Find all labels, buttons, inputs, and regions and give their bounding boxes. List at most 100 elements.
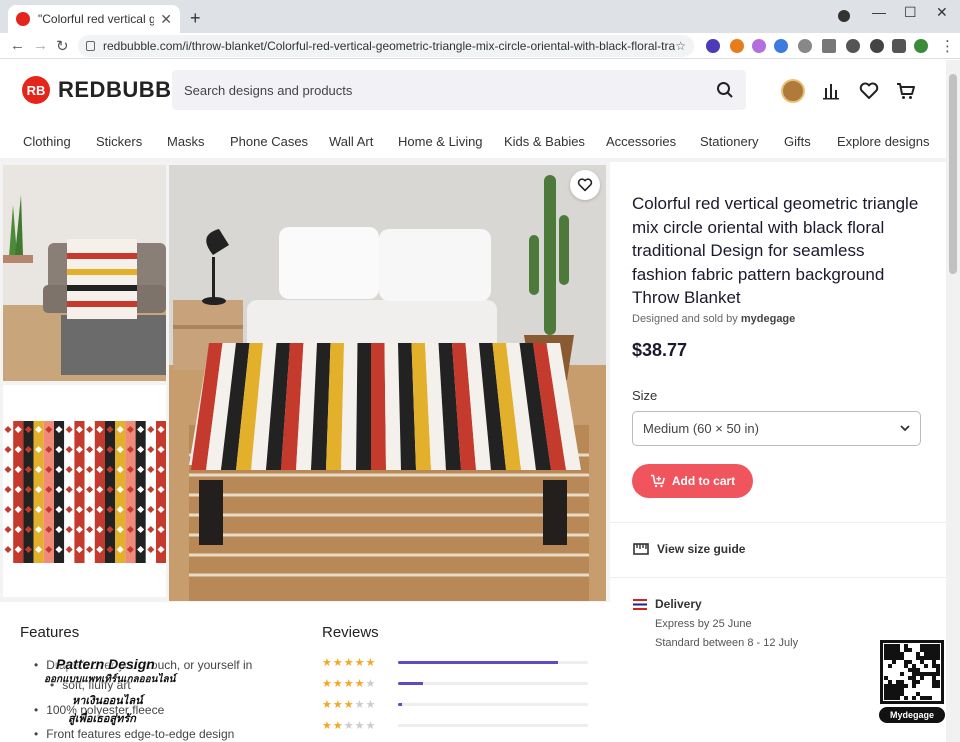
extension-icon[interactable] <box>846 39 860 53</box>
extension-icon[interactable] <box>752 39 766 53</box>
redbubble-favicon-icon <box>16 12 30 26</box>
review-row: ★★★★★ <box>322 719 588 732</box>
bookmark-star-icon[interactable]: ☆ <box>675 39 686 53</box>
page-scrollbar[interactable] <box>946 60 960 742</box>
add-to-cart-button[interactable]: Add to cart <box>632 464 753 498</box>
review-bar <box>398 724 588 727</box>
divider <box>610 577 946 578</box>
size-guide-label: View size guide <box>657 542 746 556</box>
search-icon[interactable] <box>716 81 734 99</box>
dashboard-icon[interactable] <box>819 80 843 102</box>
browser-menu-button[interactable]: ⋮ <box>940 37 955 55</box>
browser-tab[interactable]: "Colorful red vertical geometric t ✕ <box>8 5 180 33</box>
review-row: ★★★★★ <box>322 698 588 711</box>
browser-toolbar: ← → ↻ redbubble.com/i/throw-blanket/Colo… <box>0 33 960 59</box>
size-guide-link[interactable]: View size guide <box>633 542 745 556</box>
star-rating-icon: ★★★★★ <box>322 657 377 669</box>
nav-accessories[interactable]: Accessories <box>606 134 676 149</box>
tab-close-icon[interactable]: ✕ <box>160 11 172 28</box>
extension-icon[interactable] <box>774 39 788 53</box>
heart-icon[interactable] <box>857 80 881 102</box>
extensions-puzzle-icon[interactable] <box>892 39 906 53</box>
star-rating-icon: ★★★★★ <box>322 678 377 690</box>
nav-phone-cases[interactable]: Phone Cases <box>230 134 308 149</box>
tab-title: "Colorful red vertical geometric t <box>38 12 155 26</box>
url-text: redbubble.com/i/throw-blanket/Colorful-r… <box>103 39 676 53</box>
nav-explore-designs[interactable]: Explore designs <box>837 134 930 149</box>
extension-icon[interactable] <box>822 39 836 53</box>
nav-wall-art[interactable]: Wall Art <box>329 134 373 149</box>
maximize-button[interactable]: ☐ <box>904 4 917 21</box>
nav-home-living[interactable]: Home & Living <box>398 134 483 149</box>
product-title: Colorful red vertical geometric triangle… <box>632 194 919 307</box>
designer-byline: Designed and sold by mydegage <box>632 313 795 325</box>
search-input[interactable] <box>184 82 716 98</box>
main-product-image[interactable] <box>169 165 606 601</box>
nav-gifts[interactable]: Gifts <box>784 134 811 149</box>
review-bar <box>398 703 588 706</box>
review-bar <box>398 682 588 685</box>
product-price: $38.77 <box>632 340 688 360</box>
new-tab-button[interactable]: + <box>190 8 201 29</box>
back-button[interactable]: ← <box>10 37 25 54</box>
byline-prefix: Designed and sold by <box>632 313 738 325</box>
star-rating-icon: ★★★★★ <box>322 699 377 711</box>
features-heading: Features <box>20 624 80 641</box>
extension-icon[interactable] <box>730 39 744 53</box>
designer-link[interactable]: mydegage <box>741 313 795 325</box>
review-bar <box>398 661 588 664</box>
thumbnail-lifestyle[interactable] <box>3 165 166 381</box>
extension-icon[interactable] <box>706 39 720 53</box>
divider <box>610 522 946 523</box>
nav-stickers[interactable]: Stickers <box>96 134 142 149</box>
size-label: Size <box>632 388 658 403</box>
extension-icon[interactable] <box>870 39 884 53</box>
lock-icon <box>86 41 95 51</box>
thumbnail-pattern[interactable] <box>3 385 166 597</box>
watermark-overlay: Pattern Design ออกแบบแพทเทิร์นเกลออนไลน์… <box>44 656 186 727</box>
thailand-flag-icon <box>633 598 647 610</box>
reload-button[interactable]: ↻ <box>56 37 69 55</box>
minimize-button[interactable]: — <box>872 4 886 20</box>
qr-label: Mydegage <box>879 707 945 723</box>
feature-item: Front features edge-to-edge design <box>34 727 234 741</box>
avatar <box>781 79 805 103</box>
qr-code <box>880 640 944 704</box>
watermark-line: หาเงินออนไลน์ <box>72 695 143 707</box>
window-close-button[interactable]: ✕ <box>936 4 948 21</box>
ruler-icon <box>633 543 649 555</box>
size-select[interactable]: Medium (60 × 50 in) <box>632 411 921 446</box>
watermark-line: ออกแบบแพทเทิร์นเกลออนไลน์ <box>44 674 176 685</box>
search-bar <box>172 70 746 110</box>
favorite-button[interactable] <box>570 170 600 200</box>
delivery-info: Delivery Express by 25 June Standard bet… <box>633 597 798 649</box>
category-nav: Clothing Stickers Masks Phone Cases Wall… <box>0 128 946 158</box>
cart-icon[interactable] <box>894 80 918 102</box>
reviews-heading: Reviews <box>322 624 379 641</box>
nav-clothing[interactable]: Clothing <box>23 134 71 149</box>
nav-kids-babies[interactable]: Kids & Babies <box>504 134 585 149</box>
profile-avatar-icon[interactable] <box>914 39 928 53</box>
logo-mark: RB <box>22 76 50 104</box>
browser-tab-bar: "Colorful red vertical geometric t ✕ + —… <box>0 0 960 33</box>
delivery-title: Delivery <box>655 597 702 611</box>
profile-dropdown-icon[interactable] <box>838 10 850 22</box>
nav-stationery[interactable]: Stationery <box>700 134 759 149</box>
watermark-line: Pattern Design <box>56 656 155 672</box>
address-bar[interactable]: redbubble.com/i/throw-blanket/Colorful-r… <box>78 35 694 57</box>
delivery-express: Express by 25 June <box>655 618 752 630</box>
heart-icon <box>577 178 593 192</box>
review-row: ★★★★★ <box>322 656 588 669</box>
star-rating-icon: ★★★★★ <box>322 720 377 732</box>
delivery-standard: Standard between 8 - 12 July <box>655 637 799 649</box>
nav-masks[interactable]: Masks <box>167 134 205 149</box>
account-avatar[interactable] <box>781 79 805 103</box>
chevron-down-icon <box>900 425 910 432</box>
review-row: ★★★★★ <box>322 677 588 690</box>
forward-button[interactable]: → <box>33 37 48 54</box>
watermark-line: สู่เพื่อเธอสู่ทรัก <box>68 713 136 725</box>
scrollbar-thumb[interactable] <box>949 74 957 274</box>
size-select-value: Medium (60 × 50 in) <box>643 421 759 436</box>
extension-icon[interactable] <box>798 39 812 53</box>
cart-plus-icon <box>650 474 665 488</box>
